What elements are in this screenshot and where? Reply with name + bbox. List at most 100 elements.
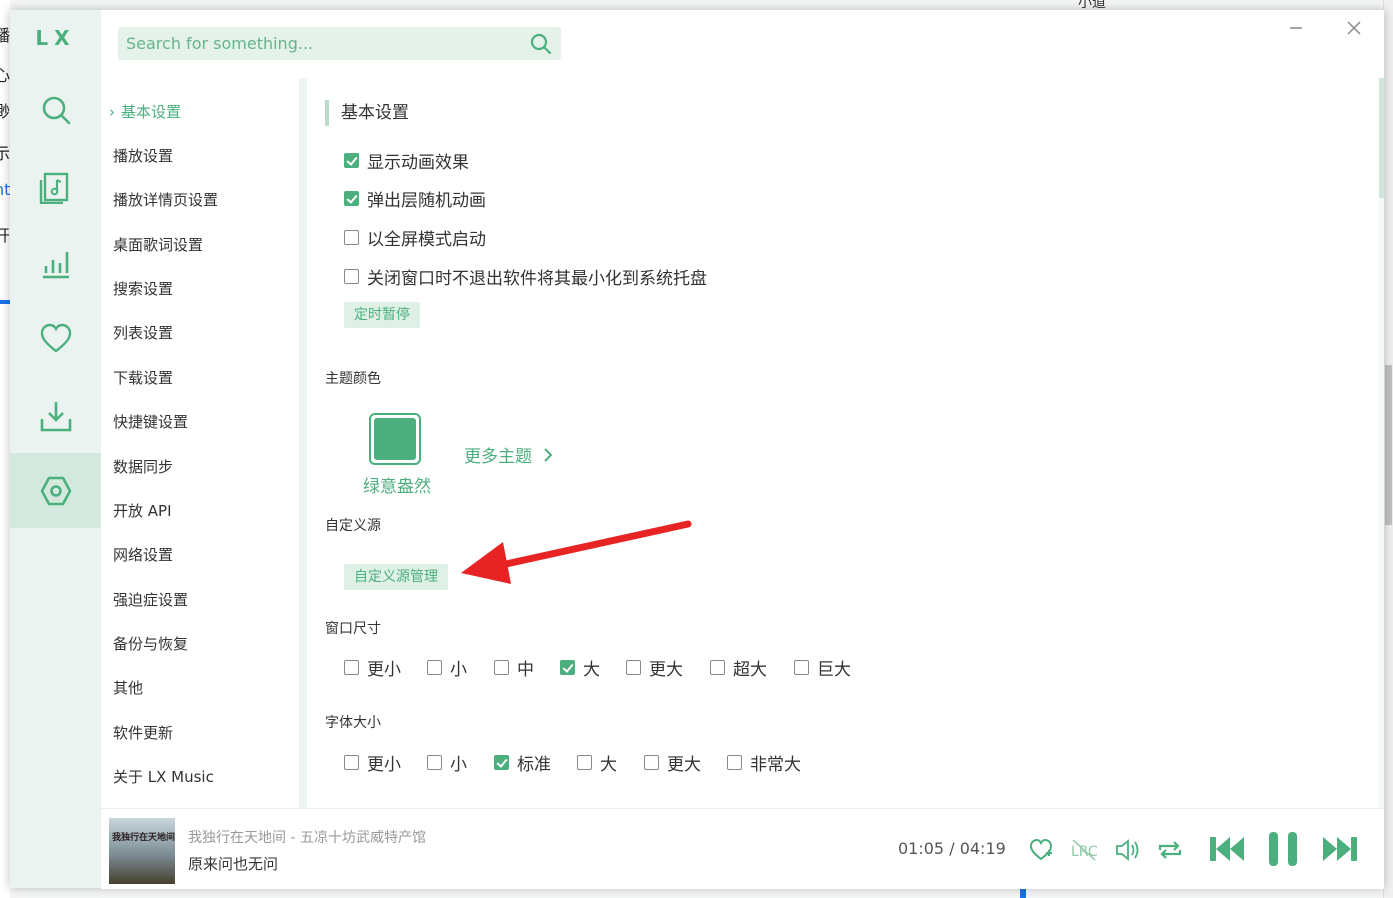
minimize-button[interactable]	[1288, 18, 1304, 39]
checkbox[interactable]	[344, 191, 359, 206]
settings-menu: › 基本设置 播放设置 播放详情页设置 桌面歌词设置 搜索设置 列表设置 下载设置…	[101, 78, 299, 808]
checkbox[interactable]	[344, 230, 359, 245]
settings-menu-item[interactable]: 桌面歌词设置	[113, 234, 203, 255]
bg-fragment: 示	[0, 144, 10, 163]
checkbox[interactable]	[344, 660, 359, 675]
window-size-option[interactable]: 更小	[344, 655, 401, 680]
checkbox[interactable]	[344, 269, 359, 284]
settings-menu-item[interactable]: 快捷键设置	[113, 411, 188, 432]
theme-label: 主题颜色	[325, 371, 381, 387]
custom-source-manage-button[interactable]: 自定义源管理	[344, 564, 448, 590]
theme-swatch-fill	[374, 418, 416, 460]
checkbox[interactable]	[577, 755, 592, 770]
search-box[interactable]	[118, 27, 561, 60]
font-size-option[interactable]: 非常大	[727, 750, 801, 775]
settings-menu-item[interactable]: 下载设置	[113, 367, 173, 388]
background-scrollbar[interactable]	[1383, 0, 1393, 898]
repeat-icon	[1158, 841, 1182, 859]
settings-menu-item[interactable]: 搜索设置	[113, 278, 173, 299]
window-size-option[interactable]: 小	[427, 655, 467, 680]
checkbox[interactable]	[644, 755, 659, 770]
checkbox[interactable]	[710, 660, 725, 675]
music-list-icon	[39, 172, 68, 204]
player-bar: 我独行在天地间 我独行在天地间 - 五凉十坊武威特产馆 原来问也无问 01:05…	[101, 808, 1384, 889]
scrollbar-thumb[interactable]	[1385, 365, 1392, 525]
checkbox[interactable]	[794, 660, 809, 675]
checkbox[interactable]	[427, 660, 442, 675]
timer-pause-button[interactable]: 定时暂停	[344, 302, 420, 328]
lx-music-window: LX ›基本设置	[10, 10, 1384, 889]
pause-button[interactable]	[1265, 829, 1301, 873]
main-nav: LX	[10, 10, 101, 888]
volume-button[interactable]	[1114, 837, 1142, 867]
checkbox[interactable]	[626, 660, 641, 675]
option-random-popup-animation[interactable]: 弹出层随机动画	[344, 186, 486, 211]
window-size-option[interactable]: 巨大	[794, 655, 851, 680]
settings-menu-item[interactable]: 开放 API	[113, 500, 172, 521]
option-fullscreen-start[interactable]: 以全屏模式启动	[344, 225, 486, 250]
checkbox[interactable]	[494, 755, 509, 770]
next-button[interactable]	[1321, 831, 1359, 871]
settings-menu-item[interactable]: 软件更新	[113, 722, 173, 743]
album-cover[interactable]: 我独行在天地间	[109, 818, 175, 884]
next-icon	[1323, 837, 1357, 861]
settings-menu-item[interactable]: 关于 LX Music	[113, 766, 214, 787]
settings-menu-item[interactable]: 数据同步	[113, 456, 173, 477]
settings-scrollbar[interactable]	[1379, 78, 1384, 808]
scrollbar-thumb[interactable]	[1379, 78, 1384, 198]
window-size-option[interactable]: 中	[494, 655, 534, 680]
checkbox[interactable]	[344, 755, 359, 770]
more-themes-link[interactable]: 更多主题	[464, 442, 558, 467]
window-size-label: 窗口尺寸	[325, 621, 381, 637]
window-size-option[interactable]: 超大	[710, 655, 767, 680]
close-button[interactable]	[1346, 20, 1362, 41]
settings-menu-item[interactable]: 备份与恢复	[113, 633, 188, 654]
option-show-animation[interactable]: 显示动画效果	[344, 148, 469, 173]
songlist-nav[interactable]	[10, 149, 101, 224]
settings-panel: 基本设置 显示动画效果 弹出层随机动画 以全屏模式启动 关闭窗口时不退出软件将其…	[307, 78, 1384, 808]
favorites-nav[interactable]	[10, 301, 101, 376]
bg-fragment: ht	[0, 180, 10, 199]
settings-menu-item[interactable]: 列表设置	[113, 322, 173, 343]
option-minimize-to-tray[interactable]: 关闭窗口时不退出软件将其最小化到系统托盘	[344, 264, 707, 289]
lyrics-toggle-button[interactable]: LRC	[1070, 837, 1098, 867]
pause-icon	[1269, 832, 1297, 866]
song-title[interactable]: 我独行在天地间 - 五凉十坊武威特产馆	[188, 827, 426, 847]
search-icon[interactable]	[529, 32, 553, 56]
font-size-option[interactable]: 小	[427, 750, 467, 775]
previous-button[interactable]	[1208, 831, 1246, 871]
bg-fragment: 开	[0, 226, 10, 245]
settings-menu-item[interactable]: 其他	[113, 677, 143, 698]
settings-menu-item[interactable]: 网络设置	[113, 544, 173, 565]
settings-menu-item[interactable]: 强迫症设置	[113, 589, 188, 610]
checkbox[interactable]	[494, 660, 509, 675]
settings-nav[interactable]	[10, 453, 101, 528]
previous-icon	[1210, 837, 1244, 861]
font-size-option[interactable]: 标准	[494, 750, 551, 775]
search-nav[interactable]	[10, 72, 101, 147]
bg-top-fragment: 小道	[1078, 0, 1106, 10]
checkbox[interactable]	[344, 153, 359, 168]
bg-progress-bar	[0, 300, 10, 304]
theme-swatch[interactable]	[369, 413, 421, 465]
app-logo: LX	[35, 26, 76, 50]
window-size-option[interactable]: 更大	[626, 655, 683, 680]
checkbox[interactable]	[560, 660, 575, 675]
font-size-option[interactable]: 更小	[344, 750, 401, 775]
favorite-button[interactable]	[1028, 837, 1054, 867]
leaderboard-nav[interactable]	[10, 225, 101, 300]
chevron-right-icon	[544, 447, 553, 462]
search-input[interactable]	[118, 33, 518, 54]
download-nav[interactable]	[10, 378, 101, 453]
window-size-option[interactable]: 大	[560, 655, 600, 680]
font-size-option[interactable]: 更大	[644, 750, 701, 775]
repeat-mode-button[interactable]	[1156, 837, 1184, 867]
settings-menu-item[interactable]: 播放详情页设置	[113, 189, 218, 210]
settings-menu-item-basic[interactable]: › 基本设置	[109, 101, 181, 122]
search-icon	[42, 96, 70, 124]
checkbox[interactable]	[427, 755, 442, 770]
bg-fragment: 渺	[0, 102, 10, 121]
settings-menu-item[interactable]: 播放设置	[113, 145, 173, 166]
font-size-option[interactable]: 大	[577, 750, 617, 775]
checkbox[interactable]	[727, 755, 742, 770]
